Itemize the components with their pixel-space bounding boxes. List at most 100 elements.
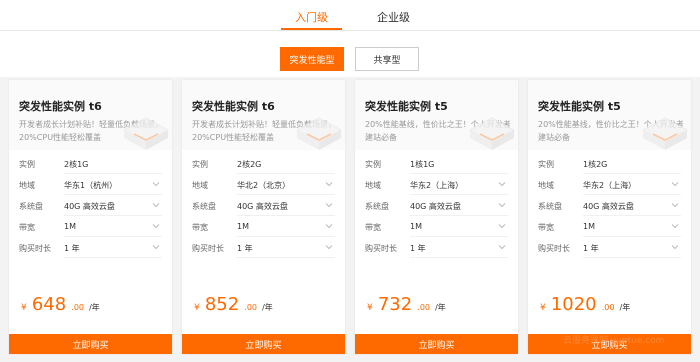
spec-value: 1核2G bbox=[583, 160, 608, 169]
chevron-down-icon bbox=[325, 224, 333, 229]
spec-instance[interactable]: 实例 2核2G bbox=[182, 154, 345, 174]
price-unit: /年 bbox=[262, 303, 273, 312]
server-illustration-icon bbox=[122, 117, 170, 150]
spec-value: 华东1（杭州） bbox=[64, 181, 118, 190]
tab-enterprise-level[interactable]: 企业级 bbox=[377, 9, 410, 25]
spec-label: 实例 bbox=[19, 160, 35, 169]
product-card-2: 突发性能实例 t6 开发者成长计划补贴！轻量低负载场景，20%CPU性能轻松覆盖… bbox=[182, 80, 345, 354]
spec-label: 购买时长 bbox=[19, 244, 51, 253]
price-symbol: ¥ bbox=[540, 303, 546, 313]
buy-now-button[interactable]: 立即购买 bbox=[182, 334, 345, 354]
price-unit: /年 bbox=[89, 303, 100, 312]
server-illustration-icon bbox=[295, 117, 343, 150]
spec-bandwidth[interactable]: 带宽 1M bbox=[182, 217, 345, 237]
spec-label: 带宽 bbox=[538, 223, 554, 232]
chevron-down-icon bbox=[325, 203, 333, 208]
chevron-down-icon bbox=[498, 182, 506, 187]
spec-label: 实例 bbox=[192, 160, 208, 169]
spec-region[interactable]: 地域 华东2（上海） bbox=[528, 175, 691, 195]
spec-label: 地域 bbox=[365, 181, 381, 190]
chevron-down-icon bbox=[498, 245, 506, 250]
spec-duration[interactable]: 购买时长 1 年 bbox=[9, 238, 172, 258]
spec-label: 购买时长 bbox=[192, 244, 224, 253]
spec-label: 带宽 bbox=[192, 223, 208, 232]
spec-label: 系统盘 bbox=[192, 202, 216, 211]
server-illustration-icon bbox=[641, 117, 689, 150]
price-decimal: .00 bbox=[244, 303, 258, 312]
spec-value: 40G 高效云盘 bbox=[583, 202, 634, 211]
price-unit: /年 bbox=[435, 303, 446, 312]
price-decimal: .00 bbox=[71, 303, 85, 312]
spec-bandwidth[interactable]: 带宽 1M bbox=[9, 217, 172, 237]
spec-bandwidth[interactable]: 带宽 1M bbox=[355, 217, 518, 237]
card-title: 突发性能实例 t6 bbox=[19, 100, 102, 113]
spec-disk[interactable]: 系统盘 40G 高效云盘 bbox=[182, 196, 345, 216]
buy-now-button[interactable]: 立即购买 bbox=[355, 334, 518, 354]
card-title: 突发性能实例 t5 bbox=[538, 100, 621, 113]
price-amount: 648 bbox=[31, 294, 67, 315]
spec-value: 华北2（北京） bbox=[237, 181, 291, 190]
spec-label: 地域 bbox=[19, 181, 35, 190]
spec-label: 系统盘 bbox=[19, 202, 43, 211]
chevron-down-icon bbox=[152, 224, 160, 229]
product-card-1: 突发性能实例 t6 开发者成长计划补贴！轻量低负载场景，20%CPU性能轻松覆盖… bbox=[9, 80, 172, 354]
instance-type-switch: 突发性能型 共享型 bbox=[0, 31, 700, 77]
spec-value: 1 年 bbox=[410, 244, 426, 253]
price-amount: 852 bbox=[204, 294, 240, 315]
spec-disk[interactable]: 系统盘 40G 高效云盘 bbox=[9, 196, 172, 216]
buy-now-button[interactable]: 立即购买 bbox=[9, 334, 172, 354]
card-header: 突发性能实例 t6 开发者成长计划补贴！轻量低负载场景，20%CPU性能轻松覆盖 bbox=[9, 80, 172, 150]
spec-value: 华东2（上海） bbox=[583, 181, 637, 190]
price-decimal: .00 bbox=[601, 303, 615, 312]
spec-instance[interactable]: 实例 1核1G bbox=[355, 154, 518, 174]
spec-value: 2核1G bbox=[64, 160, 89, 169]
watermark: 云服务器网 yuntue.com bbox=[563, 336, 665, 346]
tier-tabs: 入门级 企业级 bbox=[0, 0, 700, 31]
spec-value: 1 年 bbox=[237, 244, 253, 253]
spec-value: 1核1G bbox=[410, 160, 435, 169]
spec-label: 带宽 bbox=[19, 223, 35, 232]
spec-instance[interactable]: 实例 2核1G bbox=[9, 154, 172, 174]
spec-value: 1M bbox=[237, 222, 249, 231]
chevron-down-icon bbox=[671, 224, 679, 229]
card-header: 突发性能实例 t5 20%性能基线，性价比之王！个人开发者建站必备 bbox=[528, 80, 691, 150]
spec-label: 系统盘 bbox=[538, 202, 562, 211]
spec-region[interactable]: 地域 华北2（北京） bbox=[182, 175, 345, 195]
spec-value: 2核2G bbox=[237, 160, 262, 169]
chevron-down-icon bbox=[325, 245, 333, 250]
spec-region[interactable]: 地域 华东2（上海） bbox=[355, 175, 518, 195]
price: ¥ 852 .00 /年 bbox=[194, 294, 273, 315]
price: ¥ 1020 .00 /年 bbox=[540, 294, 630, 315]
card-header: 突发性能实例 t5 20%性能基线，性价比之王！个人开发者建站必备 bbox=[355, 80, 518, 150]
card-header: 突发性能实例 t6 开发者成长计划补贴！轻量低负载场景，20%CPU性能轻松覆盖 bbox=[182, 80, 345, 150]
spec-label: 地域 bbox=[538, 181, 554, 190]
spec-duration[interactable]: 购买时长 1 年 bbox=[528, 238, 691, 258]
card-title: 突发性能实例 t5 bbox=[365, 100, 448, 113]
segment-shared[interactable]: 共享型 bbox=[355, 47, 419, 71]
tab-entry-level[interactable]: 入门级 bbox=[281, 9, 342, 30]
spec-label: 带宽 bbox=[365, 223, 381, 232]
spec-disk[interactable]: 系统盘 40G 高效云盘 bbox=[528, 196, 691, 216]
spec-value: 华东2（上海） bbox=[410, 181, 464, 190]
price: ¥ 732 .00 /年 bbox=[367, 294, 446, 315]
chevron-down-icon bbox=[671, 203, 679, 208]
spec-label: 地域 bbox=[192, 181, 208, 190]
spec-value: 1M bbox=[64, 222, 76, 231]
spec-disk[interactable]: 系统盘 40G 高效云盘 bbox=[355, 196, 518, 216]
spec-value: 1 年 bbox=[583, 244, 599, 253]
spec-label: 购买时长 bbox=[538, 244, 570, 253]
spec-label: 实例 bbox=[365, 160, 381, 169]
spec-duration[interactable]: 购买时长 1 年 bbox=[355, 238, 518, 258]
chevron-down-icon bbox=[498, 203, 506, 208]
spec-value: 1M bbox=[583, 222, 595, 231]
chevron-down-icon bbox=[498, 224, 506, 229]
spec-bandwidth[interactable]: 带宽 1M bbox=[528, 217, 691, 237]
spec-value: 1M bbox=[410, 222, 422, 231]
spec-instance[interactable]: 实例 1核2G bbox=[528, 154, 691, 174]
spec-region[interactable]: 地域 华东1（杭州） bbox=[9, 175, 172, 195]
spec-label: 实例 bbox=[538, 160, 554, 169]
segment-burstable[interactable]: 突发性能型 bbox=[280, 47, 344, 71]
spec-value: 40G 高效云盘 bbox=[237, 202, 288, 211]
spec-duration[interactable]: 购买时长 1 年 bbox=[182, 238, 345, 258]
spec-value: 40G 高效云盘 bbox=[410, 202, 461, 211]
